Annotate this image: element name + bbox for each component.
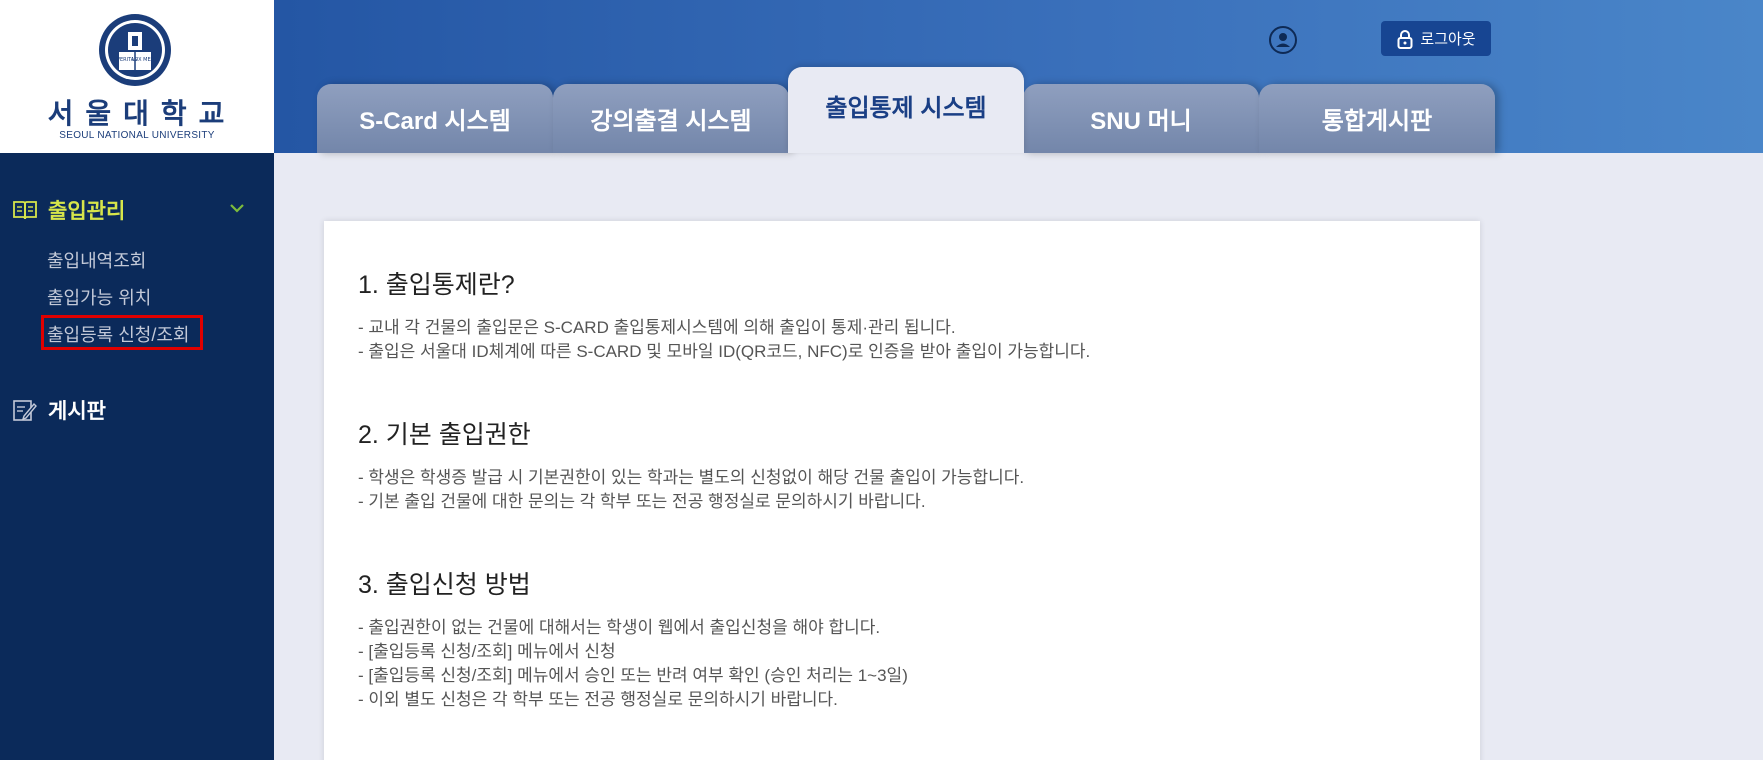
book-icon xyxy=(13,201,37,220)
section-line: - [출입등록 신청/조회] 메뉴에서 승인 또는 반려 여부 확인 (승인 처… xyxy=(358,666,908,685)
highlight-box xyxy=(41,315,203,350)
tab-label: 통합게시판 xyxy=(1321,108,1433,135)
tab-label: SNU 머니 xyxy=(1090,108,1192,135)
sidebar-menu-label: 게시판 xyxy=(48,400,106,423)
section-title: 2. 기본 출입권한 xyxy=(358,421,531,449)
university-emblem-icon: VERITAS LUX MEA xyxy=(99,14,171,86)
sidebar-menu-access-management[interactable]: 출입관리 xyxy=(12,195,125,225)
chevron-down-icon[interactable] xyxy=(228,202,246,214)
university-logo[interactable]: VERITAS LUX MEA 서울대학교 SEOUL NATIONAL UNI… xyxy=(0,0,274,153)
logout-label: 로그아웃 xyxy=(1420,31,1476,48)
section-line: - 학생은 학생증 발급 시 기본권한이 있는 학과는 별도의 신청없이 해당 … xyxy=(358,468,1025,487)
content-card: 1. 출입통제란? - 교내 각 건물의 출입문은 S-CARD 출입통제시스템… xyxy=(324,221,1480,760)
sidebar-menu-label: 출입관리 xyxy=(48,200,126,223)
section-line: - 출입권한이 없는 건물에 대해서는 학생이 웹에서 출입신청을 해야 합니다… xyxy=(358,618,881,637)
tab-snu-money[interactable]: SNU 머니 xyxy=(1023,84,1259,153)
logo-english-name: SEOUL NATIONAL UNIVERSITY xyxy=(59,130,215,141)
tab-label: 강의출결 시스템 xyxy=(590,108,752,135)
section-line: - 출입은 서울대 ID체계에 따른 S-CARD 및 모바일 ID(QR코드,… xyxy=(358,342,1091,361)
tab-label: S-Card 시스템 xyxy=(359,108,511,135)
section-line: - 이외 별도 신청은 각 학부 또는 전공 행정실로 문의하시기 바랍니다. xyxy=(358,690,838,709)
section-title: 1. 출입통제란? xyxy=(358,271,515,299)
edit-icon xyxy=(13,400,37,421)
lock-icon xyxy=(1397,29,1413,49)
section-line: - [출입등록 신청/조회] 메뉴에서 신청 xyxy=(358,642,616,661)
sidebar-item-access-history[interactable]: 출입내역조회 xyxy=(47,247,146,273)
logo-korean-name: 서울대학교 xyxy=(47,97,237,130)
section-line: - 기본 출입 건물에 대한 문의는 각 학부 또는 전공 행정실로 문의하시기… xyxy=(358,492,926,511)
logout-button[interactable]: 로그아웃 xyxy=(1381,21,1491,56)
user-profile-icon[interactable] xyxy=(1268,25,1298,55)
tab-attendance-system[interactable]: 강의출결 시스템 xyxy=(553,84,789,153)
sidebar-menu-board[interactable]: 게시판 xyxy=(12,395,106,425)
tab-scard-system[interactable]: S-Card 시스템 xyxy=(317,84,553,153)
section-title: 3. 출입신청 방법 xyxy=(358,571,531,599)
section-line: - 교내 각 건물의 출입문은 S-CARD 출입통제시스템에 의해 출입이 통… xyxy=(358,318,956,337)
tab-access-control-system[interactable]: 출입통제 시스템 xyxy=(788,67,1024,153)
sidebar: 출입관리 출입내역조회 출입가능 위치 출입등록 신청/조회 게시판 xyxy=(0,153,274,760)
sidebar-item-accessible-locations[interactable]: 출입가능 위치 xyxy=(47,284,151,310)
tab-label: 출입통제 시스템 xyxy=(825,94,987,122)
tab-integrated-board[interactable]: 통합게시판 xyxy=(1259,84,1495,153)
svg-text:LUX MEA: LUX MEA xyxy=(132,57,155,63)
